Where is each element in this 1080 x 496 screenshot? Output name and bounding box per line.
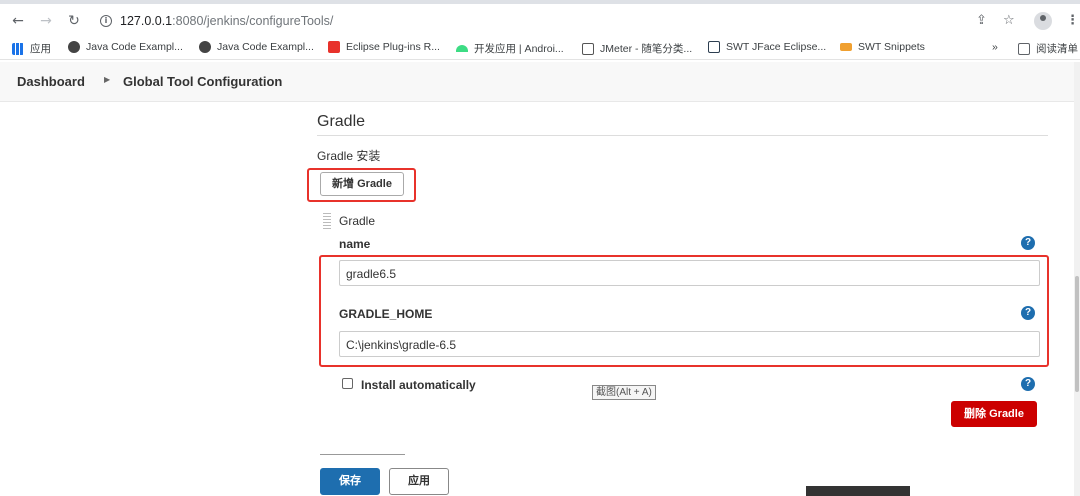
bookmark-item[interactable]: Java Code Exampl... [68, 41, 183, 53]
jmeter-icon [582, 42, 594, 55]
breadcrumb-current: Global Tool Configuration [123, 74, 283, 89]
more-label: » [992, 41, 998, 53]
install-automatically-checkbox[interactable] [342, 378, 353, 389]
screenshot-tooltip: 截图(Alt + A) [592, 385, 656, 400]
bookmark-item[interactable]: Eclipse Plug-ins R... [328, 41, 440, 53]
bookmark-item[interactable]: SWT Snippets [840, 41, 925, 53]
name-input[interactable]: gradle6.5 [339, 260, 1040, 286]
bookmark-apps[interactable]: 应用 [12, 41, 51, 56]
save-button[interactable]: 保存 [320, 468, 380, 495]
bookmark-label: Java Code Exampl... [217, 41, 314, 53]
bookmark-label: SWT JFace Eclipse... [726, 41, 827, 53]
help-icon[interactable]: ? [1021, 236, 1035, 250]
bookmark-label: Java Code Exampl... [86, 41, 183, 53]
section-title: Gradle [317, 113, 366, 130]
reading-list-icon [1018, 42, 1030, 55]
install-automatically-label: Install automatically [361, 378, 476, 392]
bookmark-item[interactable]: 开发应用 | Androi... [456, 41, 564, 56]
globe-icon [199, 41, 211, 53]
section-divider [317, 135, 1048, 136]
gradle-item-title: Gradle [339, 214, 376, 228]
breadcrumb-dashboard[interactable]: Dashboard [17, 74, 85, 89]
bookmarks-bar: 应用 Java Code Exampl... Java Code Exampl.… [0, 36, 1080, 60]
url-host: 127.0.0.1 [120, 14, 173, 28]
address-bar: ← → ↻ i 127.0.0.1:8080/jenkins/configure… [0, 4, 1080, 36]
apps-grid-icon [12, 42, 24, 55]
swt-jface-icon [708, 41, 720, 53]
reading-list-label: 阅读清单 [1036, 43, 1078, 55]
add-gradle-button[interactable]: 新增 Gradle [320, 172, 404, 196]
gradle-install-label: Gradle 安装 [317, 149, 381, 163]
share-icon[interactable]: ⇪ [976, 13, 987, 28]
scrollbar-thumb[interactable] [1075, 276, 1079, 392]
android-icon [456, 45, 468, 52]
back-icon[interactable]: ← [10, 13, 26, 29]
bookmark-label: JMeter - 随笔分类... [600, 43, 693, 55]
help-icon[interactable]: ? [1021, 306, 1035, 320]
overlay-bar [806, 486, 910, 496]
forward-icon[interactable]: → [38, 13, 54, 29]
bookmark-item[interactable]: JMeter - 随笔分类... [582, 41, 692, 56]
reload-icon[interactable]: ↻ [66, 13, 82, 29]
profile-avatar[interactable] [1034, 12, 1052, 30]
bookmark-item[interactable]: SWT JFace Eclipse... [708, 41, 826, 53]
reading-list-button[interactable]: 阅读清单 [1018, 41, 1078, 56]
bookmark-label: 开发应用 | Androi... [474, 43, 564, 55]
site-info-icon[interactable]: i [100, 15, 112, 27]
url-field[interactable]: 127.0.0.1:8080/jenkins/configureTools/ [120, 14, 333, 28]
globe-icon [68, 41, 80, 53]
apply-button[interactable]: 应用 [389, 468, 449, 495]
gradle-home-input[interactable]: C:\jenkins\gradle-6.5 [339, 331, 1040, 357]
bookmark-label: SWT Snippets [858, 41, 925, 53]
help-icon[interactable]: ? [1021, 377, 1035, 391]
bookmark-star-icon[interactable]: ☆ [1003, 13, 1015, 28]
eclipse-plugin-icon [328, 41, 340, 53]
swt-snippets-icon [840, 43, 852, 51]
drag-handle-icon[interactable] [323, 213, 331, 229]
url-path: :8080/jenkins/configureTools/ [172, 14, 334, 28]
breadcrumb: Dashboard ▶ Global Tool Configuration [0, 62, 1080, 102]
bookmark-label: Eclipse Plug-ins R... [346, 41, 440, 53]
breadcrumb-separator-icon: ▶ [104, 75, 111, 84]
bookmarks-more-button[interactable]: » [992, 41, 998, 53]
delete-gradle-button[interactable]: 删除 Gradle [951, 401, 1037, 427]
name-label: name [339, 237, 371, 251]
menu-icon[interactable]: ⋮ [1066, 13, 1079, 28]
gradle-home-label: GRADLE_HOME [339, 307, 433, 321]
footer-divider [320, 454, 405, 455]
bookmark-item[interactable]: Java Code Exampl... [199, 41, 314, 53]
bookmark-label: 应用 [30, 43, 51, 55]
